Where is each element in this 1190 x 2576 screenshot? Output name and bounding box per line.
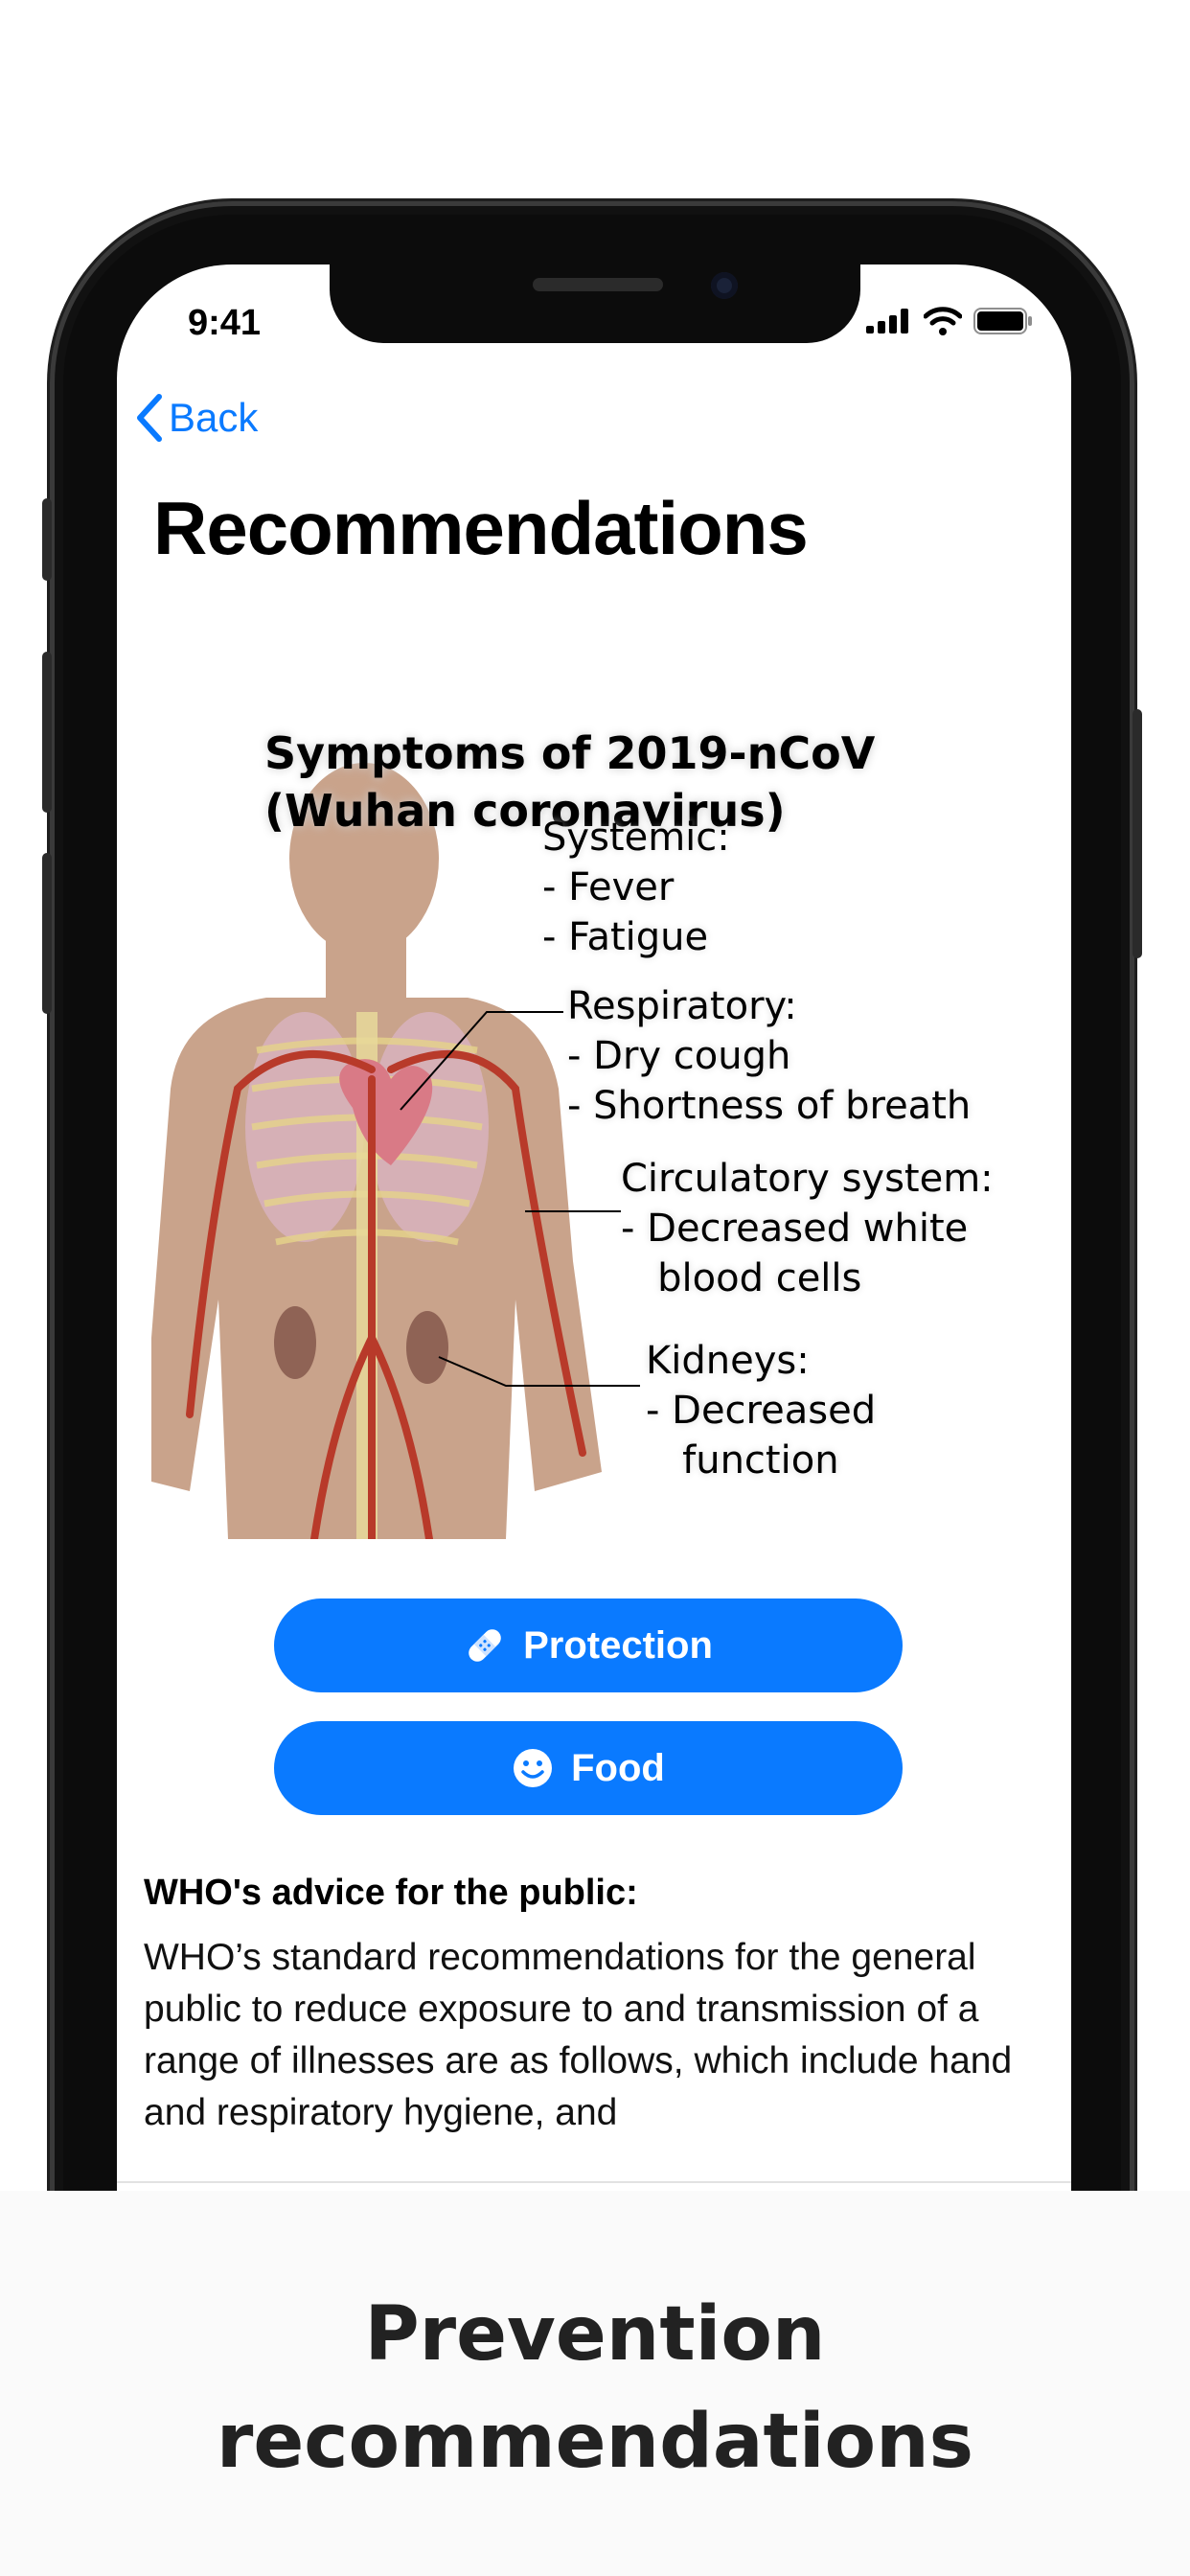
bandage-icon (469, 1629, 501, 1662)
battery-icon (973, 308, 1032, 334)
page-title: Recommendations (153, 486, 809, 570)
signal-icon (866, 309, 908, 334)
symptoms-infographic: Symptoms of 2019-nCoV (Wuhan coronavirus… (151, 724, 1033, 1539)
speaker (533, 278, 663, 291)
tab-bar-divider (117, 2181, 1071, 2183)
side-button-power (1133, 709, 1142, 958)
back-button[interactable]: Back (134, 393, 258, 443)
back-chevron-icon (137, 394, 162, 442)
protection-label: Protection (523, 1623, 713, 1667)
side-button-volume-up (42, 652, 52, 813)
side-button-volume-down (42, 853, 52, 1014)
food-label: Food (571, 1746, 665, 1789)
notch (330, 264, 860, 343)
camera (711, 272, 738, 299)
wifi-icon (924, 307, 962, 335)
status-icons (866, 307, 1033, 335)
food-button[interactable]: Food (274, 1721, 903, 1815)
symptom-systemic: Systemic: - Fever - Fatigue (542, 816, 730, 959)
advice-body: WHO’s standard recommendations for the g… (144, 1937, 1013, 2133)
protection-button[interactable]: Protection (274, 1598, 903, 1692)
marketing-caption: Prevention recommendations (0, 2281, 1190, 2496)
smiley-icon (514, 1749, 553, 1787)
advice-heading: WHO's advice for the public: (144, 1873, 638, 1913)
back-label: Back (169, 395, 259, 440)
status-time: 9:41 (188, 303, 262, 343)
symptom-respiratory: Respiratory: - Dry cough - Shortness of … (567, 984, 972, 1128)
side-button-silent (42, 498, 52, 581)
symptom-circulatory: Circulatory system: - Decreased white bl… (621, 1157, 994, 1300)
symptom-kidneys: Kidneys: - Decreased function (646, 1339, 877, 1483)
caption-text: Prevention recommendations (216, 2291, 974, 2485)
